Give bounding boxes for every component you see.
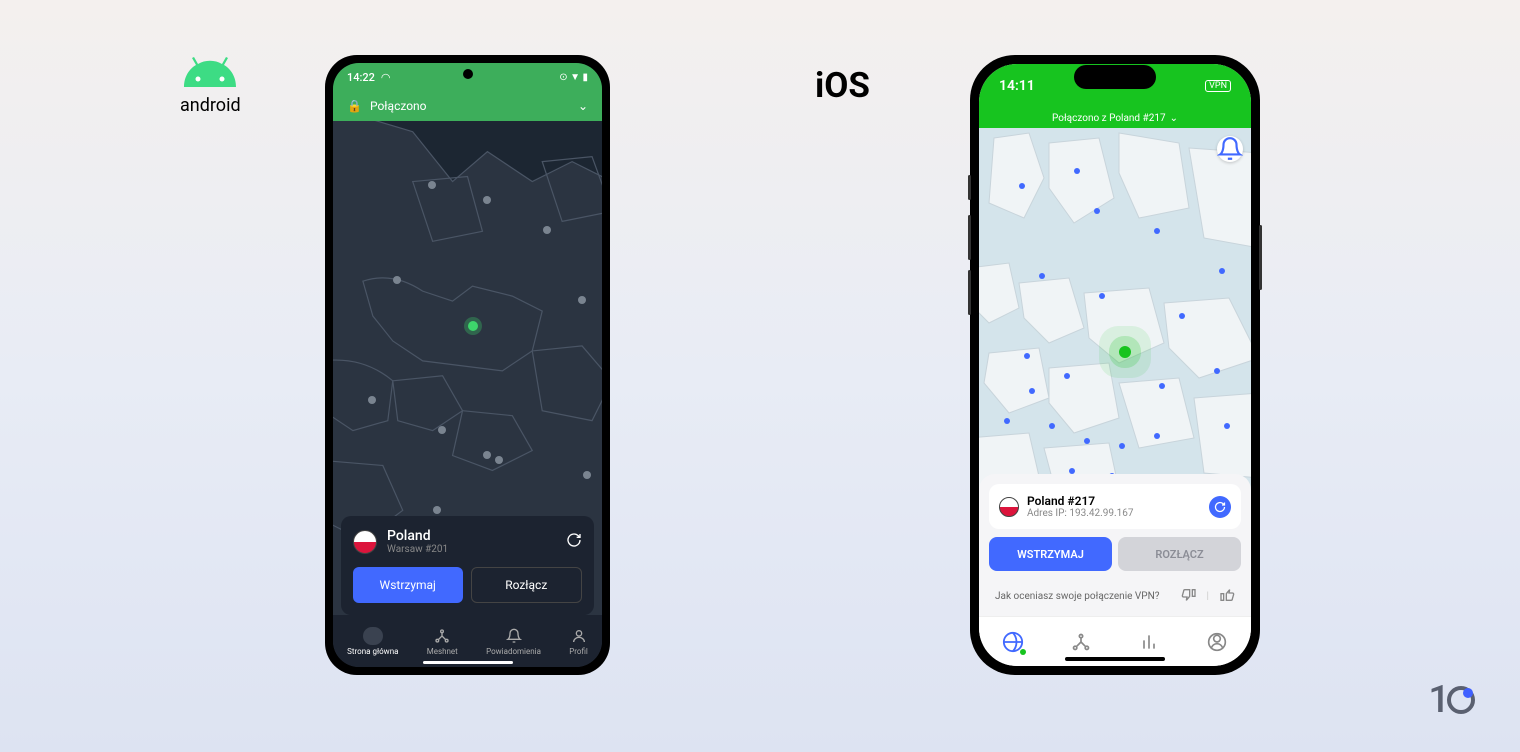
server-dot[interactable] — [1064, 373, 1070, 379]
poland-flag-icon — [353, 530, 377, 554]
nav-home[interactable] — [1001, 630, 1025, 654]
status-time: 14:22 — [347, 71, 375, 84]
connection-banner[interactable]: Połączono z Poland #217 ⌄ — [979, 108, 1251, 128]
server-dot[interactable] — [543, 226, 551, 234]
rating-question: Jak oceniasz swoje połączenie VPN? — [995, 591, 1159, 602]
mesh-icon — [433, 627, 451, 645]
server-dot[interactable] — [1004, 418, 1010, 424]
pause-button[interactable]: WSTRZYMAJ — [989, 537, 1112, 571]
nav-notifications[interactable]: Powiadomienia — [486, 627, 541, 656]
server-name: Poland #217 — [1027, 494, 1133, 508]
connection-status: Połączono z Poland #217 — [1052, 113, 1166, 124]
server-dot[interactable] — [1224, 423, 1230, 429]
server-row[interactable]: Poland #217 Adres IP: 193.42.99.167 — [989, 484, 1241, 529]
nav-profile[interactable] — [1205, 630, 1229, 654]
nav-meshnet[interactable] — [1069, 630, 1093, 654]
server-dot[interactable] — [1099, 293, 1105, 299]
server-dot[interactable] — [1119, 443, 1125, 449]
server-dot[interactable] — [438, 426, 446, 434]
thumbs-down-button[interactable] — [1181, 587, 1197, 606]
server-dot[interactable] — [483, 451, 491, 459]
android-screen: 14:22 ◠ ⊙ ▼ ▮ 🔒 Połączono ⌄ — [333, 63, 602, 667]
home-indicator[interactable] — [423, 661, 513, 664]
connection-banner[interactable]: 🔒 Połączono ⌄ — [333, 91, 602, 121]
nord-icon: ◠ — [381, 71, 391, 84]
connection-status: Połączono — [370, 99, 427, 113]
server-dot[interactable] — [393, 276, 401, 284]
pause-button[interactable]: Wstrzymaj — [353, 567, 463, 603]
server-info-card: Poland #217 Adres IP: 193.42.99.167 WSTR… — [979, 474, 1251, 616]
ios-platform-label: iOS — [815, 65, 870, 106]
disconnect-button[interactable]: Rozłącz — [471, 567, 583, 603]
ios-screen: 14:11 VPN Połączono z Poland #217 ⌄ — [979, 64, 1251, 666]
server-dot[interactable] — [583, 471, 591, 479]
server-name: Warsaw #201 — [387, 544, 448, 555]
nav-meshnet[interactable]: Meshnet — [427, 627, 458, 656]
server-dot[interactable] — [578, 296, 586, 304]
chevron-down-icon: ⌄ — [578, 99, 588, 113]
server-dot[interactable] — [428, 181, 436, 189]
server-dot[interactable] — [1084, 438, 1090, 444]
poland-flag-icon — [999, 497, 1019, 517]
server-dot[interactable] — [1029, 388, 1035, 394]
thumbs-up-button[interactable] — [1219, 587, 1235, 606]
globe-icon — [363, 627, 383, 645]
nav-home[interactable]: Strona główna — [347, 627, 398, 656]
bell-icon — [505, 627, 523, 645]
server-ip: Adres IP: 193.42.99.167 — [1027, 508, 1133, 519]
refresh-button[interactable] — [1209, 496, 1231, 518]
server-dot[interactable] — [1019, 183, 1025, 189]
chevron-down-icon: ⌄ — [1170, 113, 1178, 124]
server-dot[interactable] — [495, 456, 503, 464]
home-indicator[interactable] — [1065, 657, 1165, 661]
notifications-button[interactable] — [1217, 136, 1243, 162]
server-dot[interactable] — [1074, 168, 1080, 174]
server-dot[interactable] — [1214, 368, 1220, 374]
refresh-icon[interactable] — [566, 532, 582, 552]
server-dot[interactable] — [1049, 423, 1055, 429]
country-name: Poland — [387, 528, 448, 544]
map-view[interactable] — [333, 121, 602, 531]
nav-profile[interactable]: Profil — [569, 627, 588, 656]
server-dot[interactable] — [1159, 383, 1165, 389]
status-time: 14:11 — [999, 78, 1035, 94]
dynamic-island — [1074, 65, 1156, 89]
android-text: android — [180, 95, 241, 116]
server-info-card: Poland Warsaw #201 Wstrzymaj Rozłącz — [341, 516, 594, 615]
server-dot[interactable] — [1154, 433, 1160, 439]
server-dot[interactable] — [1024, 353, 1030, 359]
server-dot[interactable] — [1179, 313, 1185, 319]
android-robot-icon — [180, 55, 240, 90]
active-server-dot[interactable] — [1119, 346, 1131, 358]
map-view[interactable] — [979, 128, 1251, 508]
bottom-navigation: Strona główna Meshnet Powiadomienia Prof… — [333, 615, 602, 667]
android-platform-label: android — [180, 55, 241, 116]
watermark-logo: 1 — [1428, 678, 1475, 722]
user-icon — [570, 627, 588, 645]
lock-icon: 🔒 — [347, 99, 362, 113]
server-dot[interactable] — [1219, 268, 1225, 274]
server-dot[interactable] — [368, 396, 376, 404]
server-dot[interactable] — [1094, 208, 1100, 214]
android-phone-frame: 14:22 ◠ ⊙ ▼ ▮ 🔒 Połączono ⌄ — [325, 55, 610, 675]
nav-stats[interactable] — [1137, 630, 1161, 654]
vpn-badge: VPN — [1205, 80, 1231, 92]
server-dot[interactable] — [1154, 228, 1160, 234]
ios-phone-frame: 14:11 VPN Połączono z Poland #217 ⌄ — [970, 55, 1260, 675]
wifi-icon: ⊙ ▼ ▮ — [559, 72, 588, 83]
rating-prompt: Jak oceniasz swoje połączenie VPN? | — [989, 579, 1241, 606]
server-dot[interactable] — [483, 196, 491, 204]
server-dot[interactable] — [1039, 273, 1045, 279]
disconnect-button[interactable]: ROZŁĄCZ — [1118, 537, 1241, 571]
active-server-dot[interactable] — [468, 321, 478, 331]
server-dot[interactable] — [433, 506, 441, 514]
